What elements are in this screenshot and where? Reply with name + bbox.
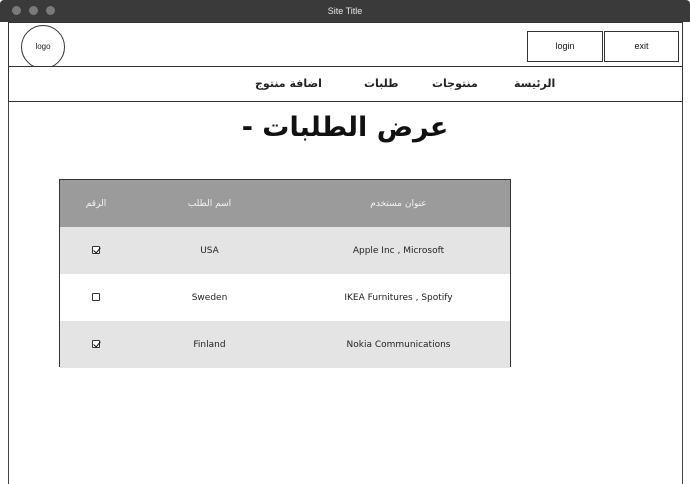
user-address-cell: Nokia Communications <box>346 339 451 350</box>
table-row: Sweden IKEA Furnitures , Spotify <box>60 274 510 321</box>
exit-button[interactable]: exit <box>604 31 679 62</box>
window-title: Site Title <box>327 6 363 16</box>
window-titlebar: Site Title <box>0 0 690 22</box>
row-checkbox-cell <box>60 321 132 368</box>
column-header-order-name: اسم الطلب <box>187 198 232 209</box>
nav-item-orders[interactable]: طلبات <box>364 67 399 101</box>
site-header: logo login exit <box>8 22 683 69</box>
login-button[interactable]: login <box>527 31 603 62</box>
table-header-row: الرقم اسم الطلب عنوان مستخدم <box>60 180 510 227</box>
nav-item-add-product[interactable]: اضافة منتوج <box>255 67 322 101</box>
column-header-user-address: عنوان مستخدم <box>370 198 427 209</box>
order-name-cell: USA <box>200 245 219 256</box>
orders-table-container: الرقم اسم الطلب عنوان مستخدم USA Apple I… <box>59 179 511 368</box>
nav-item-home[interactable]: الرئيسة <box>514 67 555 101</box>
order-name-cell: Sweden <box>191 292 228 303</box>
user-address-cell: IKEA Furnitures , Spotify <box>344 292 453 303</box>
row-checkbox-cell <box>60 274 132 321</box>
checkbox[interactable] <box>92 340 100 348</box>
order-name-cell: Finland <box>193 339 226 350</box>
table-row: USA Apple Inc , Microsoft <box>60 227 510 274</box>
column-header-number: الرقم <box>85 198 107 209</box>
row-checkbox-cell <box>60 227 132 274</box>
logo[interactable]: logo <box>21 25 65 69</box>
checkbox[interactable] <box>92 293 100 301</box>
page-title: عرض الطلبات - <box>241 112 449 143</box>
user-address-cell: Apple Inc , Microsoft <box>352 245 445 256</box>
nav-item-products[interactable]: منتوجات <box>432 67 478 101</box>
main-nav: الرئيسة منتوجات طلبات اضافة منتوج <box>8 66 683 102</box>
checkbox[interactable] <box>92 246 100 254</box>
table-row: Finland Nokia Communications <box>60 321 510 368</box>
orders-table: الرقم اسم الطلب عنوان مستخدم USA Apple I… <box>60 180 510 368</box>
